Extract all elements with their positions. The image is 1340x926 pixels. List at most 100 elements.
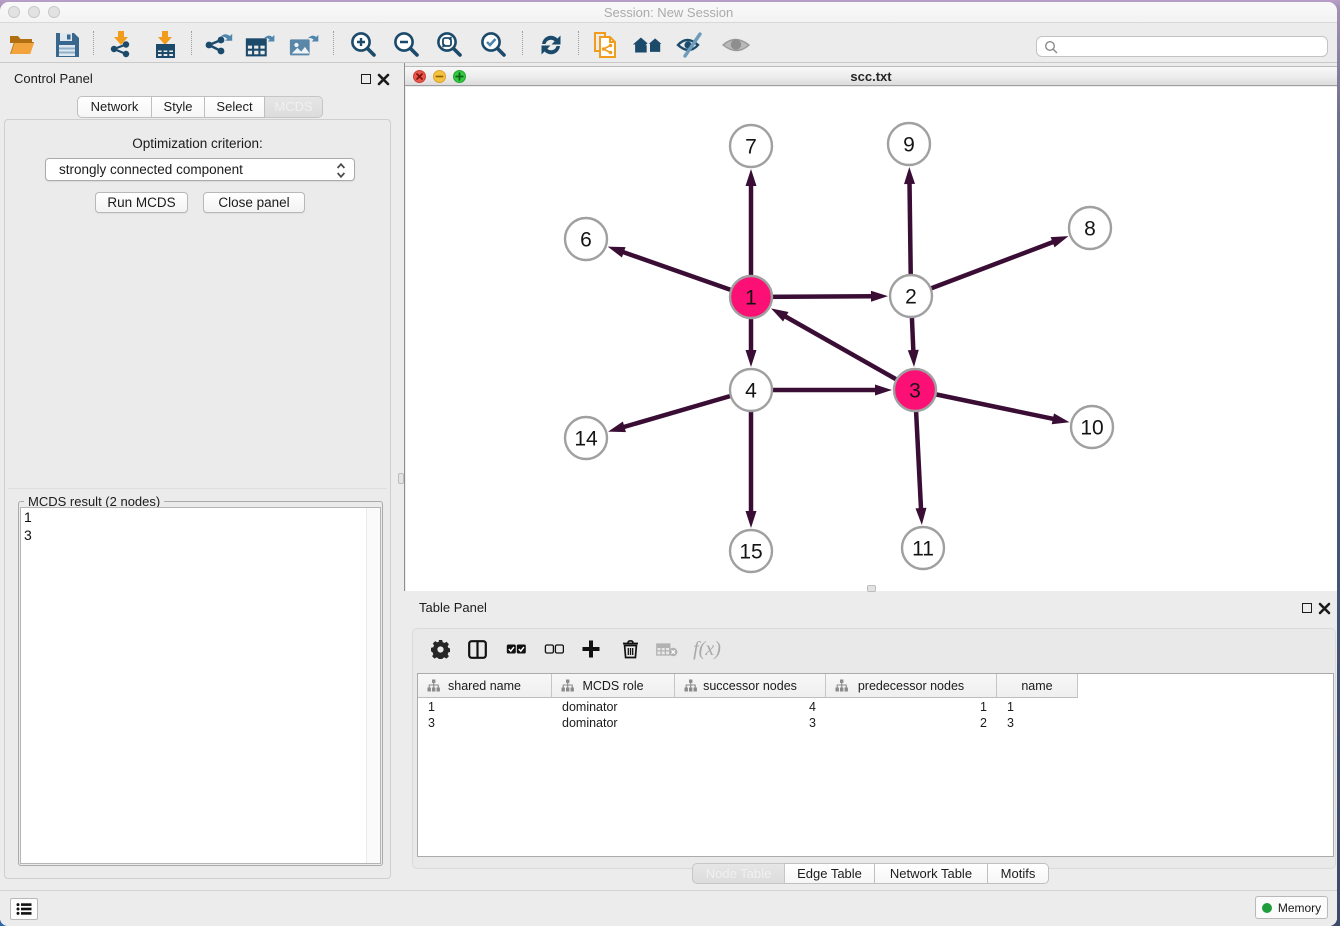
zoom-fit-icon[interactable] xyxy=(433,30,465,60)
horizontal-splitter-handle[interactable] xyxy=(867,585,876,592)
table-cell[interactable]: 3 xyxy=(418,715,552,731)
tab-mcds[interactable]: MCDS xyxy=(265,96,323,118)
add-icon[interactable] xyxy=(580,637,602,661)
table-cell[interactable]: dominator xyxy=(552,715,675,731)
network-frame-titlebar[interactable]: scc.txt xyxy=(405,66,1337,86)
column-header-MCDS-role[interactable]: MCDS role xyxy=(552,674,675,698)
show-panels-icon[interactable] xyxy=(720,30,752,60)
table-cell[interactable]: 3 xyxy=(997,715,1078,731)
table-cell[interactable]: dominator xyxy=(552,699,675,715)
gear-icon[interactable] xyxy=(429,637,451,661)
graph-node-label: 8 xyxy=(1084,218,1096,241)
float-panel-icon[interactable] xyxy=(361,74,371,84)
zoom-in-icon[interactable] xyxy=(347,30,379,60)
table-row-0[interactable]: 1dominator411 xyxy=(418,699,1078,715)
import-table-icon[interactable] xyxy=(149,30,181,60)
graph-edge-arrowhead xyxy=(908,350,919,367)
delete-table-icon[interactable] xyxy=(656,637,678,661)
table-cell[interactable]: 4 xyxy=(675,699,826,715)
hide-panels-icon[interactable] xyxy=(675,30,707,60)
graph-node-label: 2 xyxy=(905,286,917,309)
table-float-icon[interactable] xyxy=(1302,603,1312,613)
graph-edge-3-1[interactable] xyxy=(784,316,915,390)
tab-node-table[interactable]: Node Table xyxy=(692,863,785,884)
graph-edge-arrowhead xyxy=(608,422,626,433)
column-header-name[interactable]: name xyxy=(997,674,1078,698)
tab-network[interactable]: Network xyxy=(77,96,152,118)
tab-select[interactable]: Select xyxy=(205,96,265,118)
search-icon xyxy=(1044,40,1058,54)
result-scrollbar[interactable] xyxy=(366,508,380,863)
network-frame: scc.txt 7968124314101511 xyxy=(404,63,1337,591)
column-header-shared-name[interactable]: shared name xyxy=(418,674,552,698)
vertical-splitter-handle[interactable] xyxy=(398,473,404,484)
table-header: shared name MCDS role successor nodes prede… xyxy=(418,674,1078,698)
zoom-selected-icon[interactable] xyxy=(477,30,509,60)
toolbar-separator xyxy=(93,31,94,55)
section-divider xyxy=(8,488,387,489)
refresh-icon[interactable] xyxy=(535,30,567,60)
graph-edge-arrowhead xyxy=(875,385,892,396)
unselect-all-icon[interactable] xyxy=(543,637,565,661)
combo-arrows-icon xyxy=(336,162,346,178)
task-history-button[interactable] xyxy=(10,898,38,920)
toolbar-separator xyxy=(191,31,192,55)
tab-motifs[interactable]: Motifs xyxy=(988,863,1049,884)
network-canvas[interactable]: 7968124314101511 xyxy=(406,87,1337,591)
column-header-label: successor nodes xyxy=(703,679,797,693)
optimization-criterion-select[interactable]: strongly connected component xyxy=(45,158,355,181)
tab-style[interactable]: Style xyxy=(152,96,205,118)
memory-button[interactable]: Memory xyxy=(1255,896,1328,919)
export-network-icon[interactable] xyxy=(203,30,235,60)
open-session-icon[interactable] xyxy=(6,30,38,60)
app-window: Session: New Session xyxy=(0,2,1337,926)
table-cell[interactable]: 1 xyxy=(418,699,552,715)
mcds-result-list[interactable]: 1 3 xyxy=(20,507,381,864)
first-neighbors-icon[interactable] xyxy=(632,30,664,60)
table-row-1[interactable]: 3dominator323 xyxy=(418,715,1078,731)
graph-edge-2-8[interactable] xyxy=(911,241,1054,296)
control-panel-tabs: Network Style Select MCDS xyxy=(77,96,323,118)
search-input[interactable] xyxy=(1058,40,1327,54)
save-session-icon[interactable] xyxy=(51,30,83,60)
import-network-icon[interactable] xyxy=(105,30,137,60)
zoom-out-icon[interactable] xyxy=(390,30,422,60)
function-builder-icon: f(x) xyxy=(692,637,722,661)
optimization-criterion-value: strongly connected component xyxy=(59,162,243,177)
column-header-label: name xyxy=(1021,679,1052,693)
run-mcds-button[interactable]: Run MCDS xyxy=(95,192,188,213)
table-cell[interactable]: 1 xyxy=(997,699,1078,715)
network-frame-title: scc.txt xyxy=(405,67,1337,87)
select-all-icon[interactable] xyxy=(505,637,527,661)
graph-node-label: 14 xyxy=(574,428,598,451)
column-header-successor-nodes[interactable]: successor nodes xyxy=(675,674,826,698)
memory-label: Memory xyxy=(1278,901,1321,915)
table-cell[interactable]: 3 xyxy=(675,715,826,731)
delete-icon[interactable] xyxy=(619,637,641,661)
table-close-icon[interactable] xyxy=(1318,602,1331,615)
close-panel-icon[interactable] xyxy=(377,73,390,86)
table-panel: Table Panel xyxy=(404,592,1337,890)
graph-edge-arrowhead xyxy=(746,350,757,367)
column-layout-icon[interactable] xyxy=(466,637,488,661)
window-title: Session: New Session xyxy=(0,2,1337,23)
export-table-icon[interactable] xyxy=(245,30,277,60)
clone-network-icon[interactable] xyxy=(590,30,622,60)
column-header-label: MCDS role xyxy=(582,679,643,693)
mac-titlebar: Session: New Session xyxy=(0,2,1337,23)
graph-edge-arrowhead xyxy=(1052,413,1070,424)
column-header-predecessor-nodes[interactable]: predecessor nodes xyxy=(826,674,997,698)
tab-edge-table[interactable]: Edge Table xyxy=(785,863,875,884)
hierarchy-icon xyxy=(561,679,574,695)
status-bar: Memory xyxy=(0,890,1337,926)
table-cell[interactable]: 1 xyxy=(826,699,997,715)
close-panel-button[interactable]: Close panel xyxy=(203,192,305,213)
tab-network-table[interactable]: Network Table xyxy=(875,863,988,884)
search-field[interactable] xyxy=(1036,36,1328,57)
table-cell[interactable]: 2 xyxy=(826,715,997,731)
graph-node-label: 11 xyxy=(912,538,934,561)
export-image-icon[interactable] xyxy=(288,30,320,60)
hierarchy-icon xyxy=(427,679,440,695)
graph-node-label: 3 xyxy=(909,380,921,403)
graph-node-label: 9 xyxy=(903,134,915,157)
